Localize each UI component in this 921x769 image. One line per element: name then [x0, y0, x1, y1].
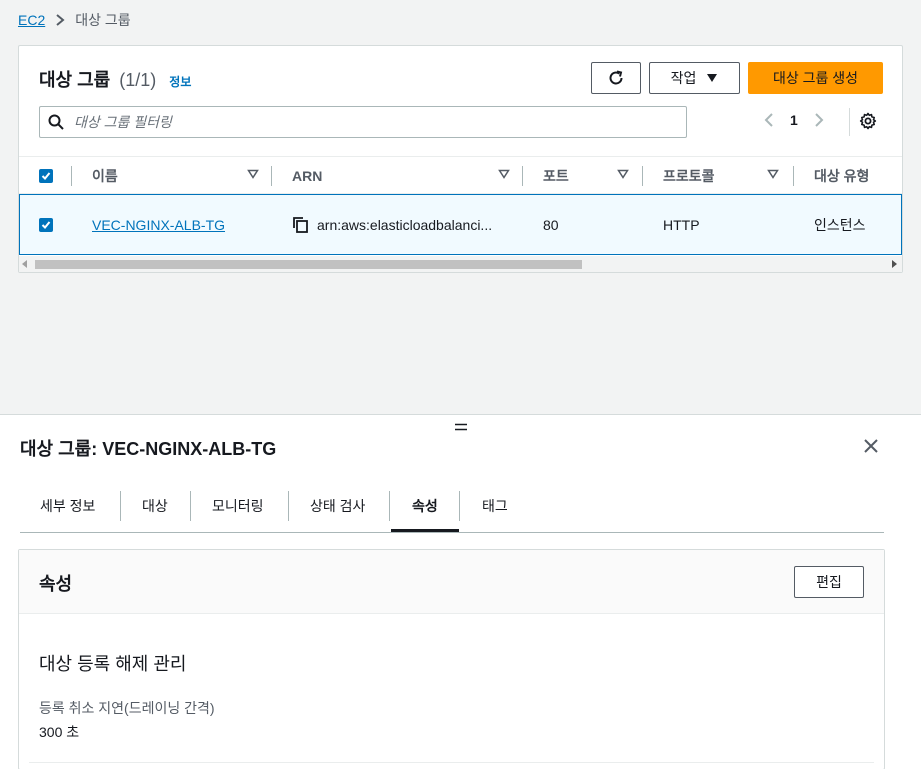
column-header-label: ARN — [292, 168, 323, 184]
close-icon — [864, 439, 878, 453]
refresh-icon — [609, 70, 623, 85]
filter-field[interactable] — [39, 106, 687, 138]
pagination: 1 — [764, 112, 824, 128]
info-link[interactable]: 정보 — [169, 75, 191, 89]
column-header-label: 대상 유형 — [814, 168, 870, 184]
check-icon — [41, 220, 51, 229]
column-divider — [793, 166, 794, 186]
tab-tags[interactable]: 태그 — [482, 479, 508, 532]
deregistration-delay-value: 300 초 — [39, 724, 80, 740]
sort-icon — [617, 169, 629, 179]
scrollbar-thumb[interactable] — [35, 260, 582, 269]
refresh-button[interactable] — [591, 62, 641, 94]
checkbox-checked — [39, 217, 53, 232]
checkbox-checked — [39, 169, 53, 183]
resize-handle[interactable] — [454, 418, 468, 434]
pager-divider — [849, 108, 850, 136]
gear-icon — [859, 112, 877, 130]
deregistration-heading: 대상 등록 해제 관리 — [39, 654, 187, 674]
detail-title: 대상 그룹: VEC-NGINX-ALB-TG — [20, 439, 277, 459]
breadcrumb-current: 대상 그룹 — [75, 12, 131, 28]
scroll-right-icon[interactable] — [891, 260, 897, 268]
sort-icon — [498, 169, 510, 179]
column-header-name[interactable]: 이름 — [92, 157, 262, 195]
check-icon — [41, 172, 51, 180]
filter-input[interactable] — [74, 114, 634, 130]
tab-targets[interactable]: 대상 — [142, 479, 168, 532]
current-page[interactable]: 1 — [790, 112, 798, 128]
column-divider — [522, 166, 523, 186]
next-page-icon[interactable] — [814, 112, 824, 128]
detail-tabs: 세부 정보 대상 모니터링 상태 검사 속성 태그 — [20, 479, 884, 533]
drag-handle-icon — [455, 423, 467, 431]
tab-divider — [459, 491, 460, 521]
previous-page-icon[interactable] — [764, 112, 774, 128]
create-target-group-button[interactable]: 대상 그룹 생성 — [748, 62, 883, 94]
column-header-label: 포트 — [543, 168, 569, 184]
column-divider — [271, 166, 272, 186]
copy-icon[interactable] — [292, 216, 309, 233]
section-divider — [29, 762, 874, 763]
chevron-right-icon — [55, 14, 65, 26]
column-header-port[interactable]: 포트 — [543, 157, 643, 195]
tab-attributes[interactable]: 속성 — [412, 479, 438, 532]
target-group-name-link[interactable]: VEC-NGINX-ALB-TG — [92, 195, 225, 254]
horizontal-scrollbar[interactable] — [19, 256, 902, 272]
target-type-cell: 인스턴스 — [814, 216, 866, 233]
column-header-protocol[interactable]: 프로토콜 — [663, 157, 793, 195]
scroll-left-icon[interactable] — [22, 260, 28, 268]
tab-divider — [190, 491, 191, 521]
arn-cell: arn:aws:elasticloadbalanci... — [292, 195, 492, 254]
table-header: 이름 ARN 포트 프로토콜 대상 유형 — [19, 156, 902, 194]
actions-label: 작업 — [670, 70, 697, 86]
panel-title-text: 대상 그룹 — [39, 70, 111, 90]
attributes-panel: 속성 편집 대상 등록 해제 관리 등록 취소 지연(드레이닝 간격) 300 … — [18, 549, 885, 769]
column-header-label: 프로토콜 — [663, 168, 715, 184]
tab-health-checks[interactable]: 상태 검사 — [310, 479, 365, 532]
arn-value: arn:aws:elasticloadbalanci... — [317, 216, 493, 233]
attributes-title: 속성 — [39, 574, 73, 594]
target-groups-panel: 대상 그룹 (1/1) 정보 작업 대상 그룹 생성 1 — [18, 45, 903, 273]
tab-monitoring[interactable]: 모니터링 — [212, 479, 264, 532]
active-tab-indicator — [391, 529, 459, 532]
column-divider — [71, 166, 72, 186]
selection-count: (1/1) — [119, 70, 157, 90]
breadcrumb: EC2 대상 그룹 — [18, 10, 131, 30]
table-row[interactable]: VEC-NGINX-ALB-TG arn:aws:elasticloadbala… — [19, 194, 902, 255]
select-all-checkbox[interactable] — [39, 157, 53, 195]
breadcrumb-ec2-link[interactable]: EC2 — [18, 12, 45, 28]
sort-icon — [247, 169, 259, 179]
target-group-name[interactable]: VEC-NGINX-ALB-TG — [92, 217, 225, 233]
edit-button[interactable]: 편집 — [794, 566, 864, 598]
port-cell: 80 — [543, 216, 559, 233]
caret-down-icon — [707, 74, 718, 82]
panel-title: 대상 그룹 (1/1) 정보 — [39, 66, 191, 92]
search-icon — [48, 114, 64, 130]
settings-button[interactable] — [859, 112, 877, 133]
tab-divider — [120, 491, 121, 521]
row-checkbox[interactable] — [39, 195, 53, 254]
attributes-header: 속성 편집 — [19, 550, 884, 614]
deregistration-delay-label: 등록 취소 지연(드레이닝 간격) — [39, 700, 215, 716]
column-divider — [642, 166, 643, 186]
tab-details[interactable]: 세부 정보 — [40, 479, 95, 532]
sort-icon — [767, 169, 779, 179]
tab-divider — [288, 491, 289, 521]
protocol-cell: HTTP — [663, 216, 700, 233]
close-button[interactable] — [863, 438, 879, 457]
actions-dropdown[interactable]: 작업 — [649, 62, 740, 94]
column-header-arn[interactable]: ARN — [292, 157, 517, 195]
column-header-target-type[interactable]: 대상 유형 — [814, 157, 869, 195]
tab-divider — [389, 491, 390, 521]
detail-split-panel: 대상 그룹: VEC-NGINX-ALB-TG 세부 정보 대상 모니터링 상태… — [0, 414, 921, 769]
column-header-label: 이름 — [92, 168, 118, 184]
